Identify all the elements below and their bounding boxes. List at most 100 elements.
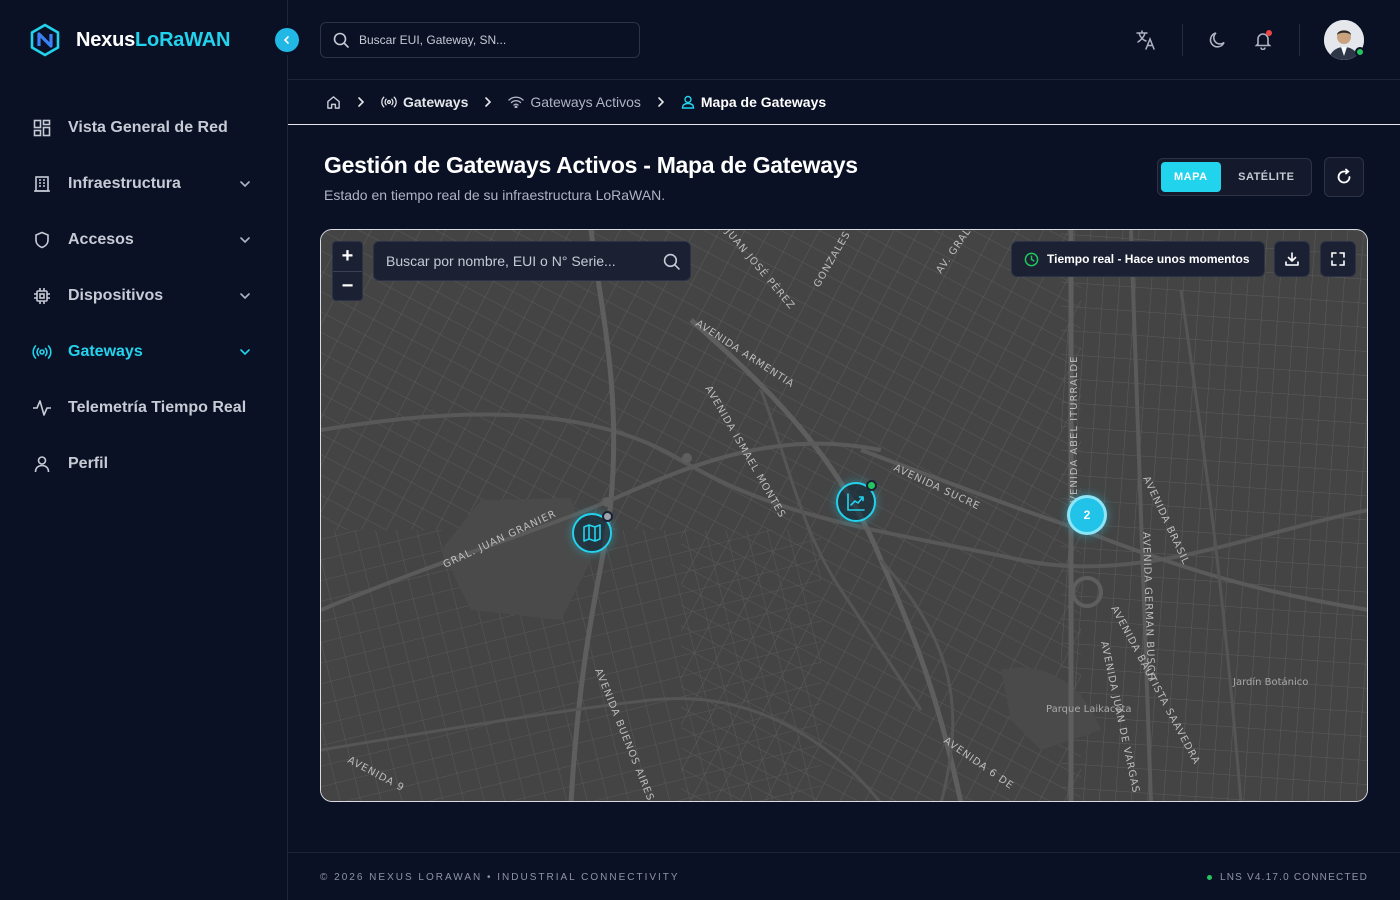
- clock-icon: [1024, 252, 1039, 266]
- footer-status: LNS V4.17.0 CONNECTED: [1206, 872, 1368, 883]
- home-icon: [327, 95, 340, 109]
- sidebar: NexusLoRaWAN Vista General de Red Infrae…: [0, 0, 299, 900]
- footer: © 2026 NEXUS LORAWAN • INDUSTRIAL CONNEC…: [288, 852, 1400, 900]
- fullscreen-button[interactable]: [1320, 241, 1356, 277]
- street-label: AVENIDA 9: [346, 755, 407, 794]
- street-label: GRAL. JUAN GRANIER: [442, 508, 559, 570]
- sidebar-nav: Vista General de Red Infraestructura Acc…: [0, 100, 288, 492]
- chevron-right-icon: [655, 96, 667, 108]
- online-status-dot: [1355, 47, 1365, 57]
- global-search-input[interactable]: [359, 33, 619, 47]
- page-subtitle: Estado en tiempo real de su infraestruct…: [324, 187, 666, 203]
- gateway-status-dot: [602, 511, 613, 522]
- chart-icon: [847, 493, 865, 511]
- street-label: AVENIDA BUENOS AIRES: [592, 667, 655, 802]
- chevron-down-icon: [240, 293, 250, 300]
- shield-icon: [32, 230, 52, 250]
- zoom-out-button[interactable]: −: [333, 271, 362, 300]
- divider: [1182, 24, 1183, 56]
- sidebar-item-label: Infraestructura: [68, 175, 181, 192]
- breadcrumb-gateways-activos[interactable]: Gateways Activos: [508, 94, 641, 110]
- user-pin-icon: [681, 95, 695, 109]
- search-icon: [333, 32, 349, 48]
- chevron-down-icon: [240, 181, 250, 188]
- sidebar-item-label: Telemetría Tiempo Real: [68, 399, 247, 416]
- sidebar-item-infraestructura[interactable]: Infraestructura: [0, 156, 288, 212]
- breadcrumb-gateways[interactable]: Gateways: [381, 94, 468, 110]
- street-label: AVENIDA JUAN DE VARGAS: [1098, 640, 1141, 794]
- street-label: AVENIDA ISMAEL MONTES: [702, 384, 787, 520]
- breadcrumb-label: Mapa de Gateways: [700, 94, 827, 110]
- sidebar-item-vista-general[interactable]: Vista General de Red: [0, 100, 288, 156]
- activity-icon: [32, 398, 52, 418]
- zoom-in-button[interactable]: +: [333, 242, 362, 271]
- breadcrumb-label: Gateways: [403, 94, 469, 110]
- place-label: Parque Laikacota: [1046, 704, 1132, 715]
- footer-copyright: © 2026 NEXUS LORAWAN • INDUSTRIAL CONNEC…: [320, 872, 680, 883]
- gateway-map[interactable]: AVENIDA ARMENTIA AVENIDA ISMAEL MONTES A…: [320, 229, 1368, 802]
- chevron-down-icon: [240, 237, 250, 244]
- street-label: AVENIDA 6 DE: [941, 735, 1015, 792]
- grid-icon: [32, 118, 52, 138]
- radio-icon: [381, 96, 397, 108]
- map-icon: [583, 524, 601, 542]
- gateway-status-dot: [866, 480, 877, 491]
- sidebar-item-dispositivos[interactable]: Dispositivos: [0, 268, 288, 324]
- satellite-view-option[interactable]: SATÉLITE: [1225, 162, 1308, 192]
- sidebar-item-label: Perfil: [68, 455, 109, 472]
- wifi-icon: [508, 96, 525, 108]
- building-icon: [32, 174, 52, 194]
- street-label: AVENIDA SUCRE: [892, 463, 982, 513]
- map-search-input[interactable]: [386, 253, 656, 269]
- realtime-label: Tiempo real - Hace unos momentos: [1047, 252, 1250, 266]
- street-label: AV. GRAL: [934, 230, 973, 276]
- breadcrumb-mapa-gateways: Mapa de Gateways: [681, 94, 826, 110]
- map-view-option[interactable]: MAPA: [1161, 162, 1221, 192]
- breadcrumb: Gateways Gateways Activos Mapa de Gatewa…: [288, 80, 1400, 125]
- chevron-right-icon: [482, 96, 494, 108]
- sidebar-item-perfil[interactable]: Perfil: [0, 436, 288, 492]
- radio-icon: [32, 342, 52, 362]
- sidebar-item-label: Accesos: [68, 231, 134, 248]
- search-icon: [663, 253, 680, 270]
- divider: [1299, 24, 1300, 56]
- translate-icon[interactable]: [1134, 28, 1158, 52]
- page-title: Gestión de Gateways Activos - Mapa de Ga…: [324, 152, 858, 178]
- topbar: [288, 0, 1400, 80]
- app-root: NexusLoRaWAN Vista General de Red Infrae…: [0, 0, 1400, 900]
- chevron-down-icon: [240, 349, 250, 356]
- fullscreen-icon: [1331, 252, 1345, 266]
- user-icon: [32, 454, 52, 474]
- sidebar-item-label: Vista General de Red: [68, 119, 228, 136]
- realtime-status: Tiempo real - Hace unos momentos: [1011, 241, 1265, 277]
- sidebar-item-telemetria[interactable]: Telemetría Tiempo Real: [0, 380, 288, 436]
- street-label: JUAN JOSÉ PÉREZ: [722, 230, 798, 312]
- refresh-button[interactable]: [1324, 157, 1364, 197]
- street-label: AVENIDA ABEL ITURRALDE: [1069, 356, 1080, 510]
- footer-status-label: LNS V4.17.0 CONNECTED: [1219, 872, 1368, 883]
- place-label: Jardín Botánico: [1232, 676, 1308, 688]
- brand[interactable]: NexusLoRaWAN: [28, 22, 230, 58]
- moon-icon[interactable]: [1206, 28, 1230, 52]
- map-view-toggle: MAPA SATÉLITE: [1157, 158, 1312, 196]
- refresh-icon: [1337, 168, 1351, 184]
- notification-dot: [1266, 30, 1272, 36]
- brand-name: NexusLoRaWAN: [76, 28, 231, 51]
- breadcrumb-home[interactable]: [326, 95, 341, 110]
- status-dot: [1206, 875, 1212, 880]
- sidebar-item-label: Dispositivos: [68, 287, 164, 304]
- map-search[interactable]: [373, 241, 691, 281]
- chip-icon: [32, 286, 52, 306]
- bell-icon[interactable]: [1251, 28, 1275, 52]
- chevron-right-icon: [355, 96, 367, 108]
- sidebar-item-gateways[interactable]: Gateways: [0, 324, 288, 380]
- gateway-cluster[interactable]: 2: [1067, 495, 1107, 535]
- zoom-control: + −: [332, 241, 363, 301]
- street-label: GONZALES: [812, 230, 853, 290]
- download-button[interactable]: [1274, 241, 1310, 277]
- street-label: AVENIDA ARMENTIA: [693, 318, 796, 390]
- sidebar-item-label: Gateways: [68, 343, 143, 360]
- download-icon: [1285, 252, 1299, 266]
- global-search[interactable]: [320, 22, 640, 58]
- sidebar-item-accesos[interactable]: Accesos: [0, 212, 288, 268]
